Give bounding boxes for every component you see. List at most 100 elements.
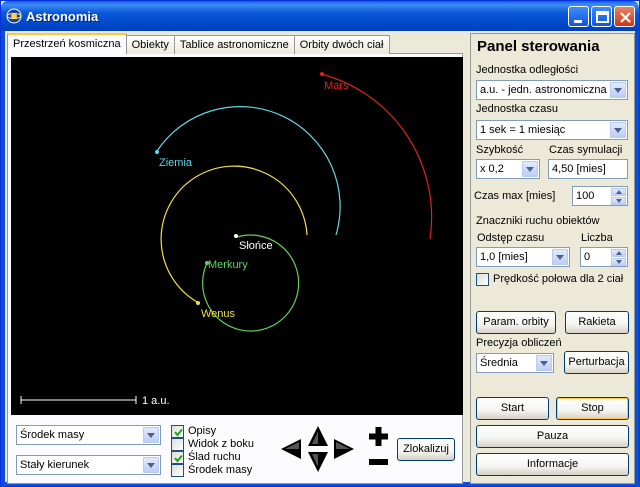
mars-marker [320,72,324,76]
checkbox-label: Środek masy [188,464,253,476]
max-time-spinner[interactable]: 100 [572,186,628,206]
spin-up-icon[interactable] [611,188,626,196]
precision-label: Precyzja obliczeń [476,337,562,349]
perturbation-button[interactable]: Perturbacja [564,351,629,374]
distance-unit-label: Jednostka odległości [476,64,579,76]
minimize-icon [574,20,582,23]
speed-value: x 0,2 [480,163,504,175]
half-speed-checkbox[interactable]: Prędkość połowa dla 2 ciał [476,272,623,286]
interval-combo[interactable]: 1,0 [mies] [476,247,570,267]
checkbox-box[interactable] [171,450,184,464]
time-unit-value: 1 sek = 1 miesiąc [480,124,566,136]
maximize-icon [596,11,609,23]
spin-up-icon[interactable] [611,249,626,257]
interval-value: 1,0 [mies] [480,251,528,263]
sim-time-value: 4,50 [mies] [552,163,606,175]
scale-label: 1 a.u. [142,395,170,407]
close-icon [620,12,631,23]
zoom-in-button[interactable] [368,426,389,447]
space-view[interactable]: Słońce Merkury Wenus Ziemia Mars 1 a.u. [11,57,463,415]
minimize-button[interactable] [568,6,589,27]
sim-time-field[interactable]: 4,50 [mies] [548,159,628,179]
venus-label: Wenus [201,308,236,320]
pan-right-button[interactable] [332,437,356,461]
app-icon [6,8,22,24]
title-bar[interactable]: Astronomia [1,1,639,31]
checkbox-box[interactable] [171,437,184,451]
window-frame-left [1,31,5,487]
checkbox-label: Ślad ruchu [188,451,241,463]
count-value: 0 [584,251,591,263]
center-combo-value: Środek masy [20,429,85,441]
chevron-down-icon[interactable] [522,161,538,177]
spin-down-icon[interactable] [611,197,626,205]
chevron-down-icon[interactable] [552,249,568,265]
checkbox-box[interactable] [476,272,489,286]
rocket-button[interactable]: Rakieta [565,311,629,334]
earth-marker [155,150,159,154]
max-time-label: Czas max [mies] [474,190,556,202]
earth-label: Ziemia [159,157,193,169]
tab-astronomical-tables[interactable]: Tablice astronomiczne [173,35,295,54]
stop-button[interactable]: Stop [556,397,629,420]
pause-button[interactable]: Pauza [476,425,629,448]
interval-label: Odstęp czasu [477,232,545,244]
close-button[interactable] [614,6,635,27]
tab-two-body-orbits[interactable]: Orbity dwóch ciał [293,35,390,54]
start-button[interactable]: Start [476,397,549,420]
side-view-checkbox[interactable]: Widok z boku [171,437,254,451]
panel-title: Panel sterowania [477,38,600,55]
scale-bar [20,396,137,404]
center-of-mass-checkbox[interactable]: Środek masy [171,463,252,477]
checkbox-label: Opisy [188,425,217,437]
mars-orbit [320,73,433,240]
pan-left-button[interactable] [279,437,303,461]
precision-combo[interactable]: Średnia [476,353,554,373]
speed-combo[interactable]: x 0,2 [476,159,540,179]
earth-orbit [156,106,341,236]
tab-objects[interactable]: Obiekty [125,35,175,54]
count-spinner[interactable]: 0 [580,247,628,267]
checkbox-label: Widok z boku [188,438,255,450]
mercury-label: Merkury [208,259,248,271]
app-window: Astronomia Przestrzeń kosmiczna Obiekty … [0,0,640,487]
tab-strip: Przestrzeń kosmiczna Obiekty Tablice ast… [7,33,390,54]
precision-value: Średnia [480,357,518,369]
pan-down-button[interactable] [306,451,330,473]
chevron-down-icon[interactable] [610,122,626,138]
speed-label: Szybkość [476,144,524,156]
chevron-down-icon[interactable] [536,355,552,371]
mars-label: Mars [324,80,349,92]
checkbox-box[interactable] [171,463,184,477]
locate-button[interactable]: Zlokalizuj [397,438,455,461]
checkmark-icon [174,428,183,437]
orbit-params-button[interactable]: Param. orbity [476,311,556,334]
distance-unit-value: a.u. - jedn. astronomiczna [480,84,607,96]
info-button[interactable]: Informacje [476,453,629,476]
zoom-out-button[interactable] [368,455,389,469]
center-combo[interactable]: Środek masy [16,425,161,445]
time-unit-combo[interactable]: 1 sek = 1 miesiąc [476,120,628,140]
venus-orbit [160,165,308,303]
motion-trail-checkbox[interactable]: Ślad ruchu [171,450,241,464]
labels-checkbox[interactable]: Opisy [171,424,216,438]
maximize-button[interactable] [591,6,612,27]
sun-marker [234,234,238,238]
window-frame-right [635,31,639,487]
venus-marker [196,301,200,305]
spin-down-icon[interactable] [611,258,626,266]
chevron-down-icon[interactable] [610,82,626,98]
direction-combo-value: Stały kierunek [20,459,90,471]
checkbox-box[interactable] [171,424,184,438]
tab-space[interactable]: Przestrzeń kosmiczna [7,33,127,54]
max-time-value: 100 [576,190,595,202]
sim-time-label: Czas symulacji [549,144,623,156]
pan-up-button[interactable] [306,425,330,447]
time-unit-label: Jednostka czasu [476,103,558,115]
distance-unit-combo[interactable]: a.u. - jedn. astronomiczna [476,80,628,100]
markers-label: Znaczniki ruchu obiektów [476,215,600,227]
direction-combo[interactable]: Stały kierunek [16,455,161,475]
chevron-down-icon[interactable] [143,457,159,473]
checkbox-label: Prędkość połowa dla 2 ciał [493,273,624,285]
chevron-down-icon[interactable] [143,427,159,443]
